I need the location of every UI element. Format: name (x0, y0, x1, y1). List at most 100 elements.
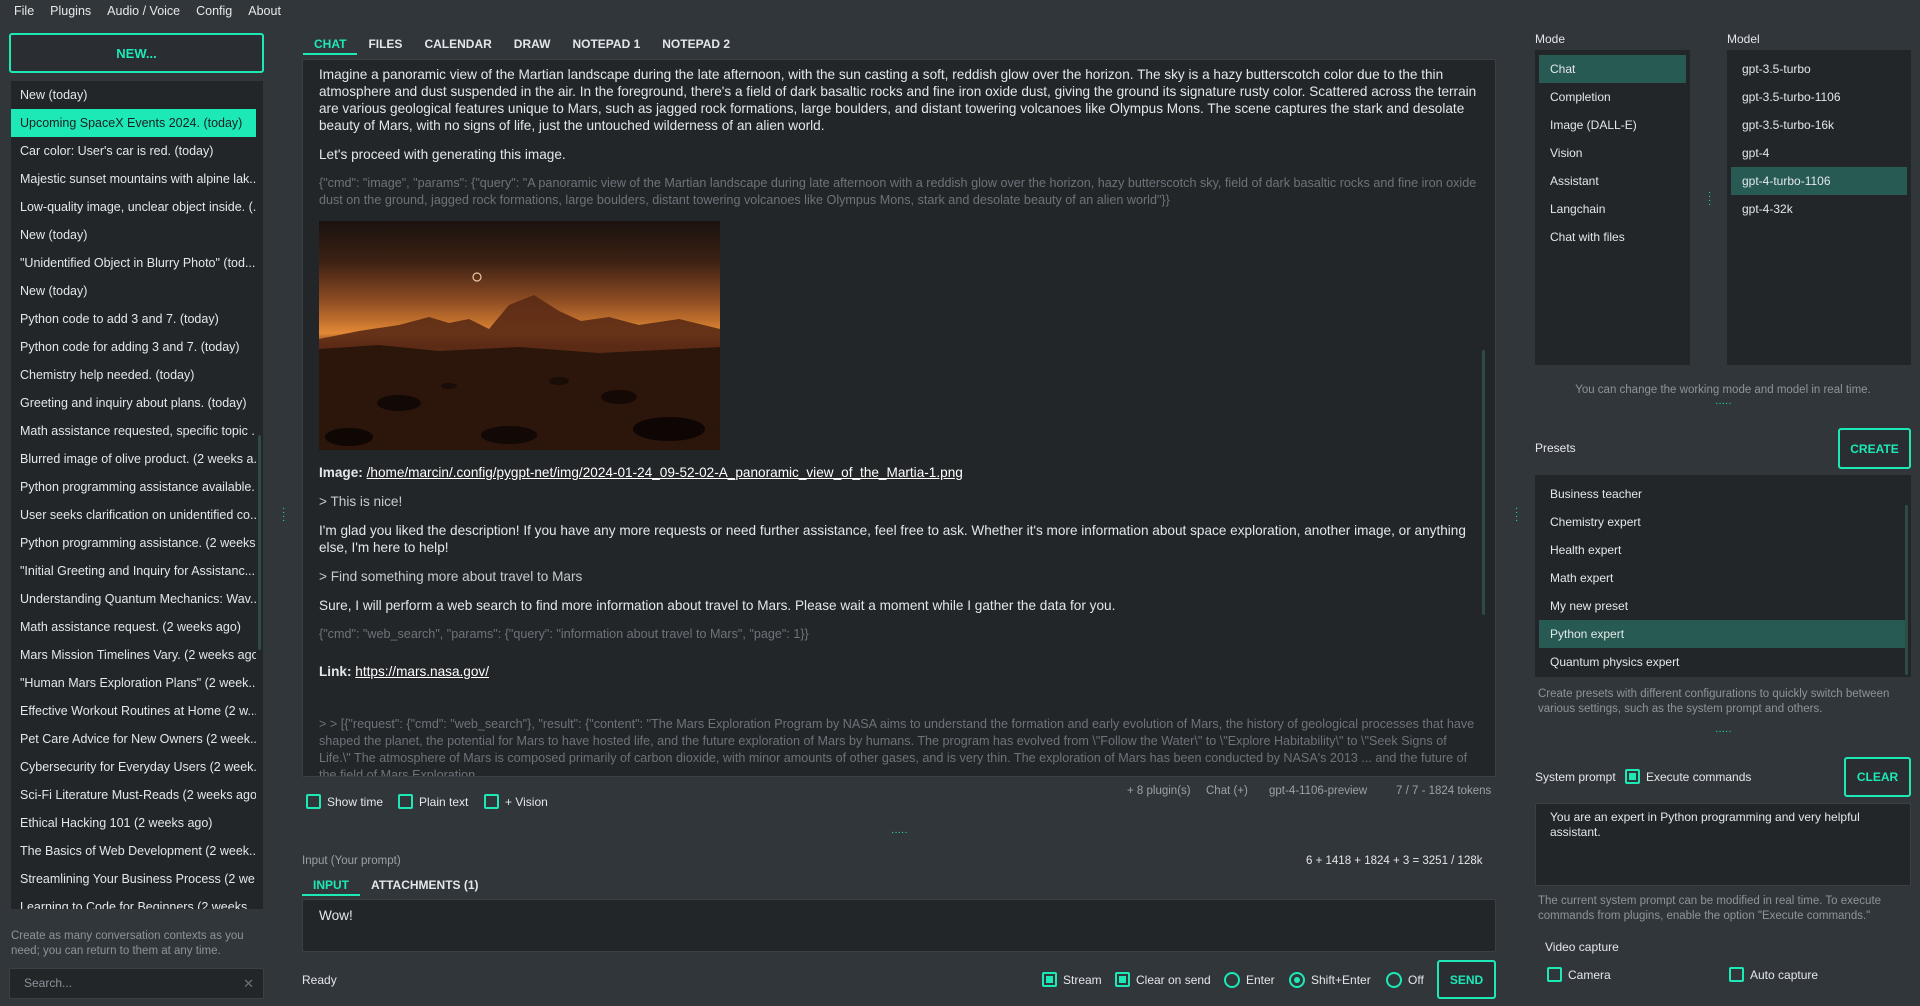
context-list-item[interactable]: Ethical Hacking 101 (2 weeks ago) (11, 809, 256, 837)
show-time-checkbox[interactable]: Show time (306, 793, 383, 810)
preset-list-item[interactable]: Python expert (1539, 620, 1907, 648)
context-list-item[interactable]: Python code to add 3 and 7. (today) (11, 305, 256, 333)
tab-calendar[interactable]: CALENDAR (413, 33, 502, 55)
search-input[interactable]: Search... ✕ (9, 968, 264, 999)
preset-list-item[interactable]: Chemistry expert (1539, 508, 1907, 536)
context-list-item[interactable]: Blurred image of olive product. (2 weeks… (11, 445, 256, 473)
model-list-item[interactable]: gpt-3.5-turbo-16k (1731, 111, 1907, 139)
menu-file[interactable]: File (14, 4, 34, 18)
context-list-item[interactable]: Majestic sunset mountains with alpine la… (11, 165, 256, 193)
chat-output[interactable]: Imagine a panoramic view of the Martian … (302, 59, 1496, 777)
model-list-item[interactable]: gpt-4-turbo-1106 (1731, 167, 1907, 195)
context-list-item[interactable]: Python programming assistance. (2 weeks.… (11, 529, 256, 557)
new-context-button[interactable]: NEW... (9, 33, 264, 73)
camera-checkbox[interactable]: Camera (1547, 966, 1611, 983)
mode-list-item[interactable]: Langchain (1539, 195, 1686, 223)
stream-checkbox[interactable]: Stream (1042, 971, 1102, 988)
plain-text-checkbox[interactable]: Plain text (398, 793, 468, 810)
context-list-item[interactable]: Greeting and inquiry about plans. (today… (11, 389, 256, 417)
tab-input[interactable]: INPUT (302, 874, 360, 896)
context-list-item[interactable]: Learning to Code for Beginners (2 weeks … (11, 893, 256, 909)
presets-scrollbar[interactable] (1905, 505, 1908, 675)
mode-model-splitter-handle[interactable]: · · · · (1708, 188, 1711, 210)
generated-mars-image[interactable] (319, 221, 720, 450)
shift-enter-radio[interactable]: Shift+Enter (1289, 971, 1371, 988)
mode-list-item[interactable]: Vision (1539, 139, 1686, 167)
create-preset-button[interactable]: CREATE (1838, 428, 1911, 469)
context-list-item[interactable]: "Initial Greeting and Inquiry for Assist… (11, 557, 256, 585)
model-list-item[interactable]: gpt-4 (1731, 139, 1907, 167)
clear-search-icon[interactable]: ✕ (243, 969, 254, 998)
clear-on-send-checkbox[interactable]: Clear on send (1115, 971, 1211, 988)
mode-list-item[interactable]: Chat (1539, 55, 1686, 83)
tab-chat[interactable]: CHAT (303, 33, 358, 55)
context-list-item[interactable]: Low-quality image, unclear object inside… (11, 193, 256, 221)
preset-list-item[interactable]: Business teacher (1539, 480, 1907, 508)
context-list-item[interactable]: Python code for adding 3 and 7. (today) (11, 333, 256, 361)
mode-list-item[interactable]: Chat with files (1539, 223, 1686, 251)
preset-list-item[interactable]: Quantum physics expert (1539, 648, 1907, 676)
context-list-item[interactable]: Effective Workout Routines at Home (2 w.… (11, 697, 256, 725)
menu-about[interactable]: About (248, 4, 281, 18)
mode-list-item[interactable]: Image (DALL-E) (1539, 111, 1686, 139)
context-list-scrollbar[interactable] (258, 435, 261, 650)
tab-draw[interactable]: DRAW (503, 33, 562, 55)
right-splitter-handle[interactable]: · · · · (1515, 504, 1518, 526)
menu-config[interactable]: Config (196, 4, 232, 18)
auto-capture-checkbox[interactable]: Auto capture (1729, 966, 1818, 983)
preset-list-item[interactable]: Health expert (1539, 536, 1907, 564)
system-prompt-input[interactable]: You are an expert in Python programming … (1535, 803, 1911, 886)
chat-input-splitter-handle[interactable]: ····· (891, 827, 908, 838)
context-list-item[interactable]: Math assistance requested, specific topi… (11, 417, 256, 445)
context-list-item[interactable]: Python programming assistance available.… (11, 473, 256, 501)
tab-notepad-2[interactable]: NOTEPAD 2 (651, 33, 741, 55)
execute-commands-checkbox[interactable]: Execute commands (1625, 768, 1751, 785)
vision-checkbox[interactable]: + Vision (484, 793, 548, 810)
context-list-item[interactable]: Understanding Quantum Mechanics: Wav... (11, 585, 256, 613)
camera-label: Camera (1568, 967, 1611, 982)
context-list: New (today) Upcoming SpaceX Events 2024. … (11, 81, 263, 909)
menu-audio-voice[interactable]: Audio / Voice (107, 4, 180, 18)
nasa-link[interactable]: https://mars.nasa.gov/ (355, 664, 489, 679)
model-list: gpt-3.5-turbo gpt-3.5-turbo-1106 gpt-3.5-t… (1727, 50, 1911, 365)
context-list-item[interactable]: "Unidentified Object in Blurry Photo" (t… (11, 249, 256, 277)
enter-radio[interactable]: Enter (1224, 971, 1275, 988)
context-list-item[interactable]: Car color: User's car is red. (today) (11, 137, 256, 165)
preset-list-item[interactable]: My new preset (1539, 592, 1907, 620)
context-list-item[interactable]: Sci-Fi Literature Must-Reads (2 weeks ag… (11, 781, 256, 809)
tab-attachments[interactable]: ATTACHMENTS (1) (360, 874, 490, 896)
context-list-item[interactable]: Upcoming SpaceX Events 2024. (today) (11, 109, 256, 137)
context-list-item[interactable]: Mars Mission Timelines Vary. (2 weeks ag… (11, 641, 256, 669)
context-list-item[interactable]: Pet Care Advice for New Owners (2 week..… (11, 725, 256, 753)
clear-system-prompt-button[interactable]: CLEAR (1844, 757, 1911, 797)
context-list-item[interactable]: New (today) (11, 277, 256, 305)
context-list-item[interactable]: New (today) (11, 221, 256, 249)
context-list-item[interactable]: "Human Mars Exploration Plans" (2 week..… (11, 669, 256, 697)
presets-prompt-splitter-handle[interactable]: ····· (1715, 726, 1732, 737)
left-splitter-handle[interactable]: · · · · (282, 504, 285, 526)
preset-list-item[interactable]: Math expert (1539, 564, 1907, 592)
image-path-link[interactable]: /home/marcin/.config/pygpt-net/img/2024-… (367, 465, 963, 480)
tab-files[interactable]: FILES (357, 33, 413, 55)
menu-plugins[interactable]: Plugins (50, 4, 91, 18)
chat-scrollbar[interactable] (1482, 350, 1485, 615)
mode-presets-splitter-handle[interactable]: ····· (1715, 398, 1732, 409)
context-list-item[interactable]: Chemistry help needed. (today) (11, 361, 256, 389)
model-list-item[interactable]: gpt-3.5-turbo (1731, 55, 1907, 83)
model-list-item[interactable]: gpt-4-32k (1731, 195, 1907, 223)
prompt-input[interactable]: Wow! (302, 899, 1496, 952)
mode-list-item[interactable]: Assistant (1539, 167, 1686, 195)
context-list-item[interactable]: Streamlining Your Business Process (2 we… (11, 865, 256, 893)
context-list-item[interactable]: Cybersecurity for Everyday Users (2 week… (11, 753, 256, 781)
model-indicator: gpt-4-1106-preview (1269, 785, 1368, 797)
context-list-item[interactable]: User seeks clarification on unidentified… (11, 501, 256, 529)
tab-notepad-1[interactable]: NOTEPAD 1 (561, 33, 651, 55)
off-radio[interactable]: Off (1386, 971, 1424, 988)
mode-list-item[interactable]: Completion (1539, 83, 1686, 111)
checkbox-icon (398, 794, 413, 810)
context-list-item[interactable]: Math assistance request. (2 weeks ago) (11, 613, 256, 641)
context-list-item[interactable]: The Basics of Web Development (2 week... (11, 837, 256, 865)
model-list-item[interactable]: gpt-3.5-turbo-1106 (1731, 83, 1907, 111)
context-list-item[interactable]: New (today) (11, 81, 256, 109)
send-button[interactable]: SEND (1437, 960, 1496, 999)
